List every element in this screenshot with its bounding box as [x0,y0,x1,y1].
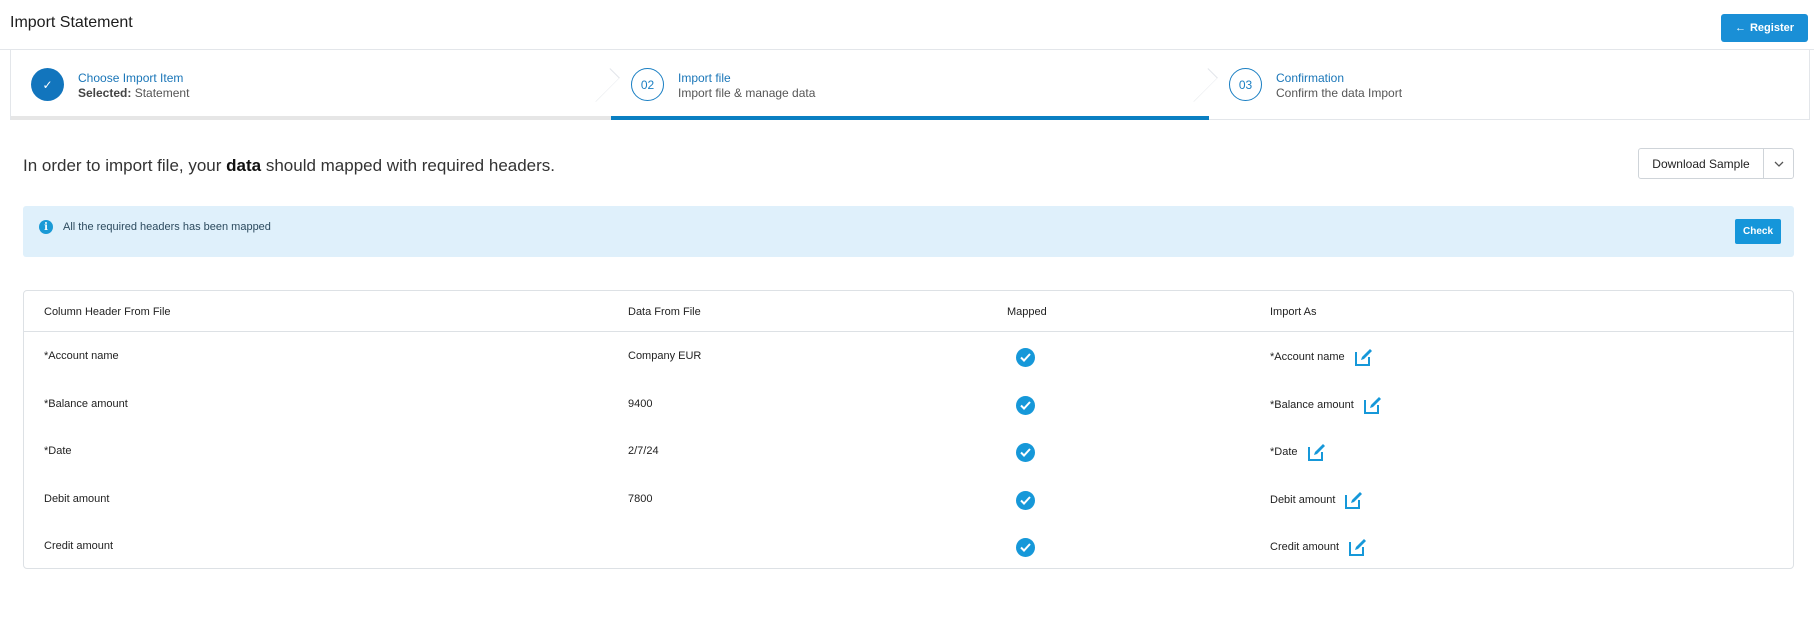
edit-icon[interactable] [1307,442,1327,462]
table-row: Debit amount 7800 Debit amount [24,478,1793,525]
data-cell: 7800 [628,492,653,505]
import-as-label: *Account name [1270,351,1345,363]
step-number: 03 [1229,68,1262,101]
intro-text: In order to import file, your data shoul… [23,156,555,176]
page-title: Import Statement [10,14,133,31]
column-header-import-as: Import As [1270,306,1317,318]
step-title: Confirmation [1276,71,1345,85]
step-sub-label: Selected: [78,86,132,100]
edit-icon[interactable] [1363,395,1383,415]
step-subtitle: Import file & manage data [678,86,816,100]
column-header-cell: Debit amount [44,492,110,505]
data-cell: 9400 [628,397,653,410]
table-header: Column Header From File Data From File M… [24,291,1793,332]
download-sample-split-button: Download Sample [1638,148,1794,179]
column-header-cell: *Date [44,445,72,457]
edit-icon[interactable] [1348,537,1368,557]
import-as-label: *Date [1270,446,1298,458]
step-subtitle: Selected: Statement [78,86,189,100]
import-as-cell: *Balance amount [1270,395,1383,415]
table-row: Credit amount Credit amount [24,525,1793,572]
step-progress-bar [611,116,1209,120]
column-header-mapped: Mapped [1007,306,1047,318]
table-row: *Account name Company EUR *Account name [24,335,1793,382]
table-row: *Date 2/7/24 *Date [24,430,1793,477]
intro-after: should mapped with required headers. [261,156,556,175]
import-as-cell: Credit amount [1270,537,1368,557]
import-as-cell: Debit amount [1270,490,1364,510]
top-bar: Import Statement ← Register [0,0,1814,50]
check-icon: ✓ [31,68,64,101]
edit-icon[interactable] [1354,347,1374,367]
step-progress-bar [11,116,611,120]
column-header-cell: *Balance amount [44,397,128,410]
download-options-toggle[interactable] [1764,149,1793,178]
column-header-cell: *Account name [44,350,119,362]
import-as-label: Credit amount [1270,541,1340,553]
alert-message: All the required headers has been mapped [63,221,271,233]
import-stepper: ✓ Choose Import Item Selected: Statement… [10,50,1810,120]
download-sample-button[interactable]: Download Sample [1639,149,1764,178]
import-as-label: Debit amount [1270,493,1336,506]
step-confirmation[interactable]: 03 Confirmation Confirm the data Import [1209,50,1811,120]
import-as-cell: *Date [1270,442,1327,462]
import-as-cell: *Account name [1270,347,1374,367]
step-subtitle: Confirm the data Import [1276,86,1403,100]
mapped-check-icon [1016,443,1035,462]
column-header-data-from-file: Data From File [628,306,701,318]
step-title: Choose Import Item [78,71,184,85]
mapped-check-icon [1016,538,1035,557]
register-button[interactable]: ← Register [1721,14,1808,42]
column-header-cell: Credit amount [44,540,114,552]
step-choose-import-item[interactable]: ✓ Choose Import Item Selected: Statement [11,50,620,120]
arrow-left-icon: ← [1734,22,1746,34]
table-row: *Balance amount 9400 *Balance amount [24,383,1793,430]
data-cell: Company EUR [628,350,702,362]
mapped-check-icon [1016,395,1035,415]
import-as-label: *Balance amount [1270,398,1354,411]
intro-before: In order to import file, your [23,156,227,175]
column-header-from-file: Column Header From File [44,306,171,318]
mapping-table: Column Header From File Data From File M… [23,290,1794,569]
chevron-down-icon [1774,161,1783,167]
mapped-check-icon [1016,348,1035,367]
mapped-check-icon [1016,490,1035,510]
check-button[interactable]: Check [1735,219,1781,244]
register-label: Register [1749,22,1795,34]
info-icon: i [39,220,53,234]
step-number: 02 [631,68,664,101]
step-import-file[interactable]: 02 Import file Import file & manage data [611,50,1218,120]
step-title: Import file [678,71,731,85]
info-alert: i All the required headers has been mapp… [23,206,1794,257]
edit-icon[interactable] [1344,490,1364,510]
step-sub-value: Statement [134,86,190,100]
intro-bold: data [226,156,262,175]
data-cell: 2/7/24 [628,445,659,457]
